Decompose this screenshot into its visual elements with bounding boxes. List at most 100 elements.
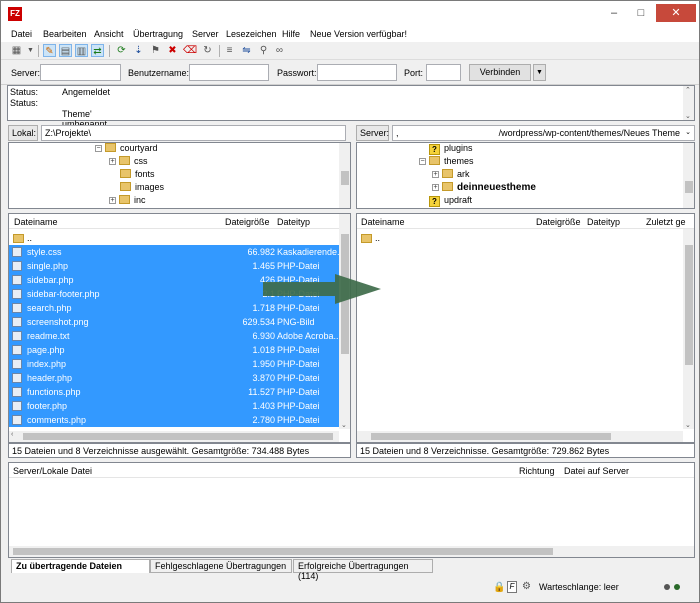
port-input[interactable] — [426, 64, 461, 81]
table-row[interactable]: footer.php 1.403 PHP-Datei — [9, 399, 339, 413]
reconnect-icon[interactable]: ↻ — [201, 44, 214, 57]
username-input[interactable] — [189, 64, 269, 81]
site-manager-icon[interactable]: ▦ — [10, 44, 23, 57]
file-name: .. — [27, 233, 33, 243]
file-size: 1.018 — [252, 345, 275, 355]
tree-item-deinneuestheme[interactable]: + deinneuestheme — [432, 182, 536, 195]
column-filetype[interactable]: Dateityp — [277, 217, 310, 227]
column-filetype[interactable]: Dateityp — [587, 217, 620, 227]
binoculars-icon[interactable]: ∞ — [273, 44, 286, 57]
menu-datei[interactable]: Datei — [11, 29, 32, 39]
table-row[interactable]: style.css 66.982 Kaskadierende... — [9, 245, 345, 259]
password-label: Passwort: — [277, 68, 317, 78]
chevron-down-icon[interactable]: ⌄ — [341, 421, 347, 429]
column-filename[interactable]: Dateiname — [14, 217, 58, 227]
remote-path-input[interactable]: , /wordpress/wp-content/themes/Neues The… — [392, 125, 695, 141]
table-row[interactable]: comments.php 2.780 PHP-Datei — [9, 413, 339, 427]
directory-comparison-icon[interactable]: ≡ — [223, 44, 236, 57]
column-direction[interactable]: Richtung — [519, 466, 555, 476]
remote-tree-toggle-icon[interactable]: ▥ — [75, 44, 88, 57]
tab-queued-files[interactable]: Zu übertragende Dateien — [11, 559, 150, 573]
tab-failed-transfers[interactable]: Fehlgeschlagene Übertragungen — [150, 559, 292, 573]
transfer-queue[interactable]: Server/Lokale Datei Richtung Datei auf S… — [8, 462, 695, 558]
tab-successful-transfers[interactable]: Erfolgreiche Übertragungen (114) — [293, 559, 433, 581]
remote-label: Server: — [356, 125, 389, 141]
column-filename[interactable]: Dateiname — [361, 217, 405, 227]
column-filesize[interactable]: Dateigröße — [225, 217, 270, 227]
message-log[interactable]: Status: Angemeldet Status: Theme' umbena… — [7, 85, 695, 129]
menu-neue-version[interactable]: Neue Version verfügbar! — [310, 29, 407, 39]
maximize-button[interactable]: □ — [628, 4, 654, 22]
column-remote-file[interactable]: Datei auf Server — [564, 466, 629, 476]
local-directory-tree[interactable]: − courtyard + css fonts images + inc — [8, 142, 351, 209]
file-type: Adobe Acroba... — [277, 331, 342, 341]
column-server-local-file[interactable]: Server/Lokale Datei — [13, 466, 92, 476]
minimize-button[interactable]: – — [601, 4, 627, 22]
table-row[interactable]: .. — [9, 231, 339, 245]
cancel-icon[interactable]: ✖ — [166, 44, 179, 57]
server-input[interactable] — [40, 64, 121, 81]
column-filesize[interactable]: Dateigröße — [536, 217, 581, 227]
list-item[interactable]: .. — [357, 231, 677, 245]
local-files-scrollbar[interactable]: ⌄ — [339, 214, 350, 429]
remote-site-bar: Server: , /wordpress/wp-content/themes/N… — [356, 125, 695, 141]
remote-file-list[interactable]: Dateiname Dateigröße Dateityp Zuletzt ge… — [356, 213, 695, 443]
log-scrollbar[interactable]: ⌃ ⌄ — [683, 86, 694, 120]
tree-item-updraft[interactable]: ? updraft — [429, 195, 472, 208]
tree-item-themes[interactable]: − themes — [419, 156, 474, 169]
chevron-down-icon[interactable]: ⌄ — [685, 128, 691, 138]
site-manager-dropdown-icon[interactable]: ▼ — [24, 44, 37, 57]
local-files-hscrollbar[interactable]: ‹ — [9, 431, 339, 442]
menu-server[interactable]: Server — [192, 29, 219, 39]
search-remote-icon[interactable]: ⚲ — [257, 44, 270, 57]
chevron-up-icon[interactable]: ⌃ — [685, 86, 691, 94]
menu-uebertragung[interactable]: Übertragung — [133, 29, 183, 39]
close-button[interactable]: ✕ — [656, 4, 696, 22]
table-row[interactable]: readme.txt 6.930 Adobe Acroba... — [9, 329, 342, 343]
connect-dropdown-button[interactable]: ▼ — [533, 64, 546, 81]
tree-item-courtyard[interactable]: − courtyard — [95, 143, 158, 156]
file-icon — [12, 317, 22, 327]
local-file-list[interactable]: Dateiname Dateigröße Dateityp .. style.cs… — [8, 213, 351, 443]
file-icon — [12, 401, 22, 411]
sync-browsing-icon[interactable]: ⇋ — [240, 44, 253, 57]
connect-button[interactable]: Verbinden — [469, 64, 531, 81]
table-row[interactable]: single.php 1.465 PHP-Datei — [9, 259, 339, 273]
filter-icon[interactable]: ⚑ — [149, 44, 162, 57]
column-modified[interactable]: Zuletzt ge — [646, 217, 686, 227]
table-row[interactable]: screenshot.png 629.534 PNG-Bild — [9, 315, 339, 329]
chevron-down-icon[interactable]: ⌄ — [685, 112, 691, 120]
table-row[interactable]: header.php 3.870 PHP-Datei — [9, 371, 339, 385]
table-row[interactable]: page.php 1.018 PHP-Datei — [9, 343, 339, 357]
menu-hilfe[interactable]: Hilfe — [282, 29, 300, 39]
chevron-down-icon[interactable]: ⌄ — [685, 421, 691, 429]
remote-directory-tree[interactable]: ? plugins − themes + ark + deinneuestheme ? u… — [356, 142, 695, 209]
tree-item-css[interactable]: + css — [109, 156, 148, 169]
password-input[interactable] — [317, 64, 397, 81]
tree-item-ark[interactable]: + ark — [432, 169, 470, 182]
tree-item-images[interactable]: images — [120, 182, 164, 195]
tree-item-inc[interactable]: + inc — [109, 195, 146, 208]
refresh-icon[interactable]: ⟳ — [115, 44, 128, 57]
file-icon — [12, 247, 22, 257]
menu-lesezeichen[interactable]: Lesezeichen — [226, 29, 277, 39]
tree-item-plugins[interactable]: ? plugins — [429, 143, 473, 156]
local-tree-scrollbar[interactable] — [339, 143, 350, 208]
menu-bearbeiten[interactable]: Bearbeiten — [43, 29, 87, 39]
queue-hscrollbar[interactable] — [9, 546, 694, 557]
remote-files-hscrollbar[interactable] — [357, 431, 683, 442]
remote-files-scrollbar[interactable]: ⌄ — [683, 229, 694, 429]
transfer-queue-toggle-icon[interactable]: ⇄ — [91, 44, 104, 57]
table-row[interactable]: index.php 1.950 PHP-Datei — [9, 357, 339, 371]
remote-tree-scrollbar[interactable] — [683, 143, 694, 208]
local-tree-toggle-icon[interactable]: ▤ — [59, 44, 72, 57]
chevron-left-icon[interactable]: ‹ — [11, 431, 13, 438]
disconnect-icon[interactable]: ⌫ — [183, 44, 197, 57]
local-path-input[interactable]: Z:\Projekte\ — [41, 125, 346, 141]
message-log-toggle-icon[interactable]: ✎ — [43, 44, 56, 57]
binary-mode-icon[interactable]: F — [507, 581, 517, 593]
tree-item-fonts[interactable]: fonts — [120, 169, 155, 182]
menu-ansicht[interactable]: Ansicht — [94, 29, 124, 39]
table-row[interactable]: functions.php 11.527 PHP-Datei — [9, 385, 339, 399]
process-queue-icon[interactable]: ⇣ — [132, 44, 145, 57]
